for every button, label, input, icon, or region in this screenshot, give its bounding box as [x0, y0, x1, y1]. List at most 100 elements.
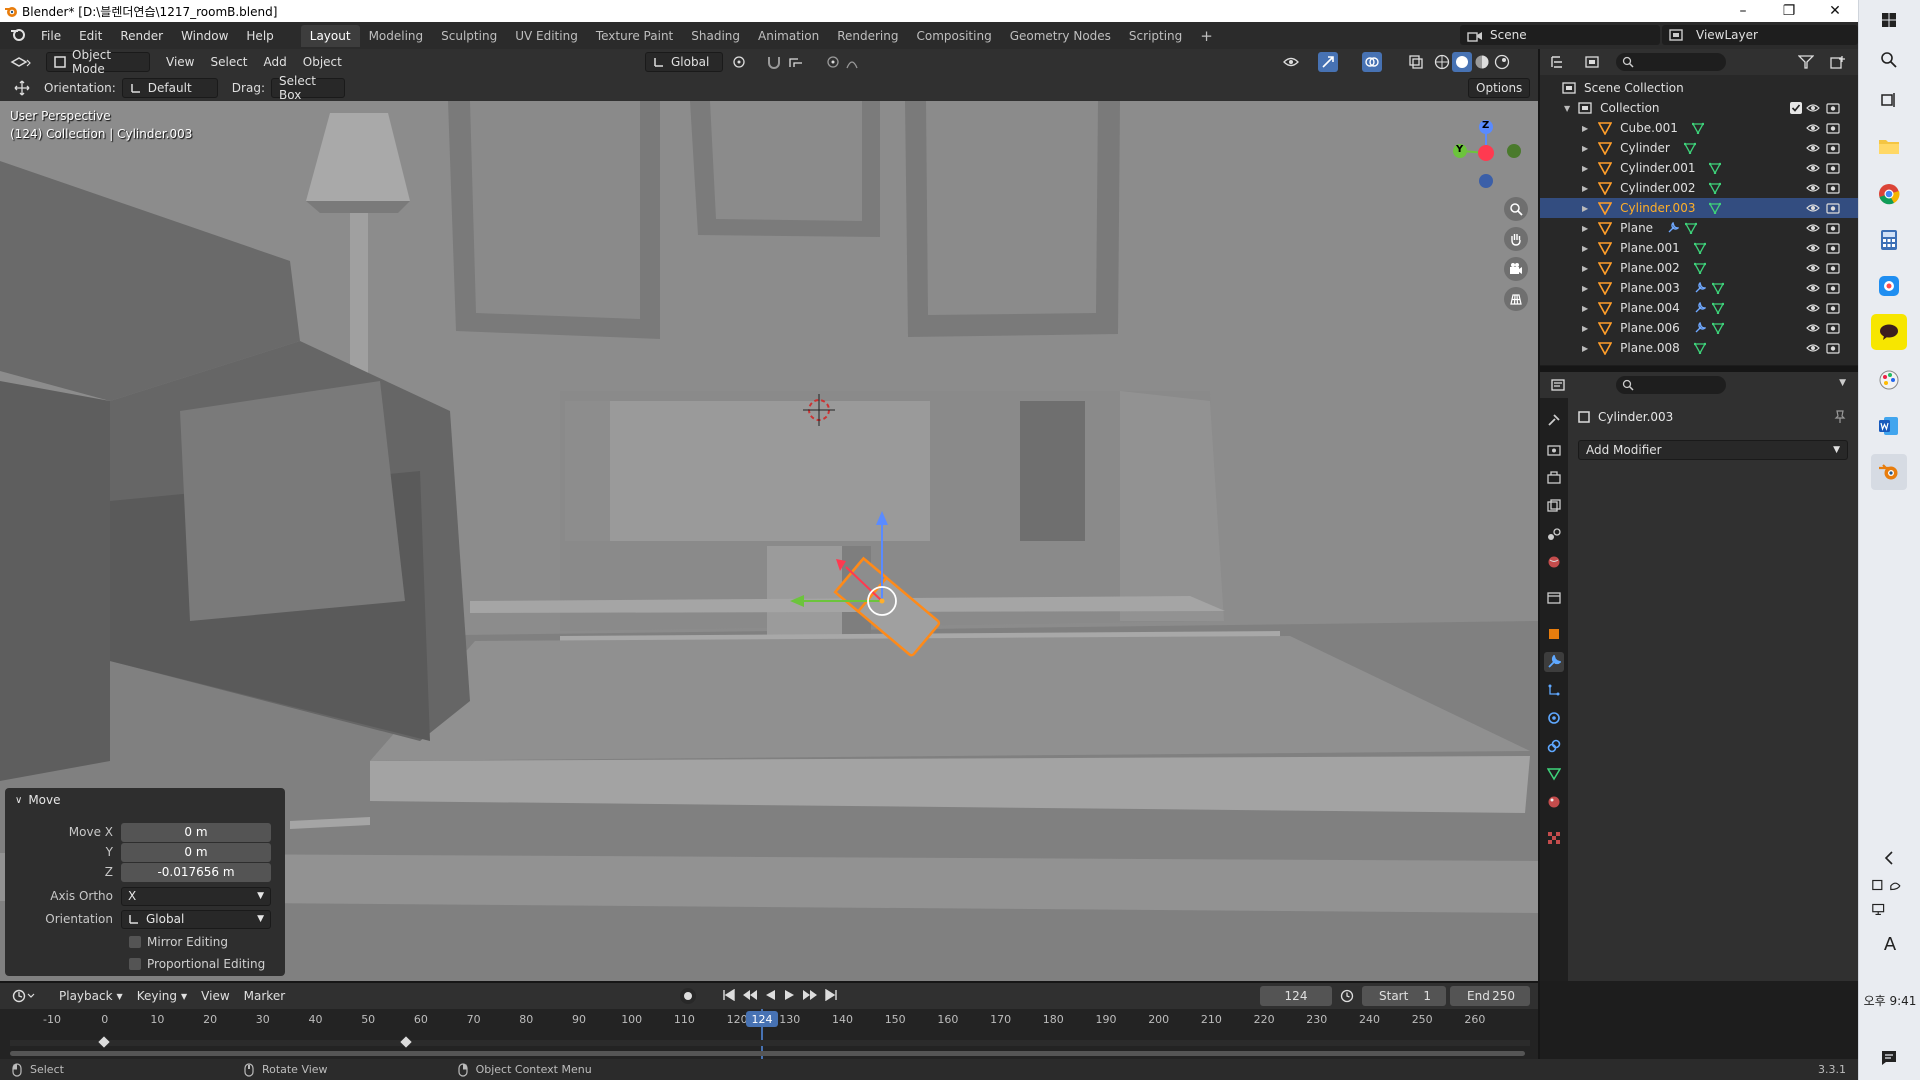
filter-icon[interactable]: [1797, 55, 1815, 72]
notifications-icon[interactable]: [1871, 1040, 1907, 1076]
restore-button[interactable]: ❐: [1766, 0, 1812, 22]
expand-arrow-icon[interactable]: ▶: [1582, 344, 1588, 353]
overlay-toggle-icon[interactable]: [1362, 52, 1382, 72]
show-hidden-icons-chevron-icon[interactable]: [1871, 846, 1907, 870]
start-frame-field[interactable]: Start 1: [1362, 986, 1446, 1006]
collection-tab-icon[interactable]: [1544, 588, 1564, 608]
outliner-item[interactable]: ▶ Cube.001: [1540, 118, 1858, 138]
menu-edit[interactable]: Edit: [70, 29, 111, 43]
world-tab-icon[interactable]: [1544, 552, 1564, 572]
task-view-icon[interactable]: [1871, 82, 1907, 118]
add-modifier-dropdown[interactable]: Add Modifier ▼: [1578, 440, 1848, 460]
kakaotalk-icon[interactable]: [1871, 314, 1907, 350]
jump-end-icon[interactable]: [824, 988, 838, 1004]
play-icon[interactable]: [784, 989, 796, 1004]
outliner-editor-icon[interactable]: [1550, 55, 1572, 69]
expand-arrow-icon[interactable]: ▶: [1582, 144, 1588, 153]
eye-icon[interactable]: [1806, 162, 1820, 174]
minimize-button[interactable]: –: [1720, 0, 1766, 22]
area-separator[interactable]: [1538, 49, 1540, 1059]
tab-layout[interactable]: Layout: [300, 24, 360, 47]
render-camera-icon[interactable]: [1826, 222, 1840, 234]
expand-arrow-icon[interactable]: ▶: [1582, 284, 1588, 293]
windows-start-icon[interactable]: [1871, 2, 1907, 38]
outliner-item[interactable]: ▶ Cylinder: [1540, 138, 1858, 158]
menu-render[interactable]: Render: [111, 29, 172, 43]
taskbar-search-icon[interactable]: [1871, 42, 1907, 78]
expand-arrow-icon[interactable]: ▶: [1582, 204, 1588, 213]
paint-app-icon[interactable]: [1871, 362, 1907, 398]
mesh-data-icon[interactable]: [1693, 342, 1706, 354]
mesh-data-icon[interactable]: [1683, 142, 1696, 154]
move-orientation-dropdown[interactable]: Global ▼: [121, 909, 271, 929]
view-layer-selector[interactable]: ViewLayer: [1662, 25, 1858, 45]
menu-window[interactable]: Window: [172, 29, 237, 43]
expand-arrow-icon[interactable]: ▼: [1564, 104, 1570, 113]
tab-scripting[interactable]: Scripting: [1120, 25, 1191, 47]
falloff-icon[interactable]: [846, 55, 868, 72]
timeline-area[interactable]: -10 0 10 20 30 40 50 60 70 80 90 100 110 120 130 140 150…: [0, 1009, 1538, 1059]
outliner-item[interactable]: ▶ Cylinder.002: [1540, 178, 1858, 198]
render-tab-icon[interactable]: [1544, 440, 1564, 460]
scene-tab-icon[interactable]: [1544, 524, 1564, 544]
chrome-icon[interactable]: [1871, 176, 1907, 212]
move-y-field[interactable]: 0 m: [121, 842, 271, 862]
outliner-item[interactable]: ▶ Plane.004: [1540, 298, 1858, 318]
outliner-search-input[interactable]: [1616, 53, 1726, 71]
eye-icon[interactable]: [1806, 102, 1820, 114]
outliner-scene-collection[interactable]: Scene Collection: [1540, 78, 1858, 98]
eye-icon[interactable]: [1806, 242, 1820, 254]
pin-icon[interactable]: [1834, 410, 1846, 424]
pan-hand-icon[interactable]: [1504, 227, 1528, 251]
move-panel-header[interactable]: ∨ Move: [5, 788, 285, 812]
tray-display-icon[interactable]: [1871, 898, 1907, 920]
viewport-menu-object[interactable]: Object: [295, 55, 350, 69]
constraints-tab-icon[interactable]: [1544, 736, 1564, 756]
render-camera-icon[interactable]: [1826, 122, 1840, 134]
jump-keyframe-back-icon[interactable]: [742, 989, 758, 1004]
menu-help[interactable]: Help: [237, 29, 282, 43]
render-camera-icon[interactable]: [1826, 242, 1840, 254]
blender-taskbar-icon[interactable]: [1871, 454, 1907, 490]
wrench-modifier-icon[interactable]: [1694, 302, 1706, 314]
whale-browser-icon[interactable]: [1871, 268, 1907, 304]
outliner-item[interactable]: ▶ Plane.006: [1540, 318, 1858, 338]
eye-icon[interactable]: [1806, 342, 1820, 354]
grid-projection-icon[interactable]: [1504, 287, 1528, 311]
end-frame-field[interactable]: End 250: [1450, 986, 1530, 1006]
tab-animation[interactable]: Animation: [749, 25, 828, 47]
material-shading-icon[interactable]: [1474, 54, 1490, 73]
viewport-menu-view[interactable]: View: [158, 55, 202, 69]
eye-icon[interactable]: [1806, 142, 1820, 154]
modifier-tab-icon[interactable]: [1544, 652, 1564, 672]
navigation-gizmo[interactable]: Z Y: [1440, 111, 1530, 191]
expand-arrow-icon[interactable]: ▶: [1582, 224, 1588, 233]
tab-compositing[interactable]: Compositing: [907, 25, 1000, 47]
word-icon[interactable]: [1871, 408, 1907, 444]
add-workspace-button[interactable]: +: [1191, 25, 1222, 47]
output-tab-icon[interactable]: [1544, 468, 1564, 488]
file-explorer-icon[interactable]: [1871, 128, 1907, 164]
render-camera-icon[interactable]: [1826, 162, 1840, 174]
tool-tab-icon[interactable]: [1544, 410, 1564, 430]
mesh-data-icon[interactable]: [1711, 302, 1724, 314]
object-tab-icon[interactable]: [1544, 624, 1564, 644]
tab-geometry-nodes[interactable]: Geometry Nodes: [1001, 25, 1120, 47]
move-x-field[interactable]: 0 m: [121, 822, 271, 842]
eye-icon[interactable]: [1806, 182, 1820, 194]
eye-icon[interactable]: [1806, 322, 1820, 334]
close-button[interactable]: ✕: [1812, 0, 1858, 22]
timeline-menu-keying[interactable]: Keying ▼: [130, 986, 194, 1006]
outliner-collection[interactable]: ▼ Collection: [1540, 98, 1858, 118]
tab-texture-paint[interactable]: Texture Paint: [587, 25, 682, 47]
camera-view-icon[interactable]: [1504, 257, 1528, 281]
render-camera-icon[interactable]: [1826, 142, 1840, 154]
timeline-editor-icon[interactable]: [12, 989, 38, 1003]
ime-indicator[interactable]: A: [1859, 934, 1920, 955]
render-camera-icon[interactable]: [1826, 282, 1840, 294]
render-camera-icon[interactable]: [1826, 182, 1840, 194]
viewport-menu-select[interactable]: Select: [202, 55, 255, 69]
editor-type-icon[interactable]: [10, 55, 40, 69]
tab-uv-editing[interactable]: UV Editing: [506, 25, 587, 47]
timeline-menu-marker[interactable]: Marker: [237, 986, 292, 1006]
